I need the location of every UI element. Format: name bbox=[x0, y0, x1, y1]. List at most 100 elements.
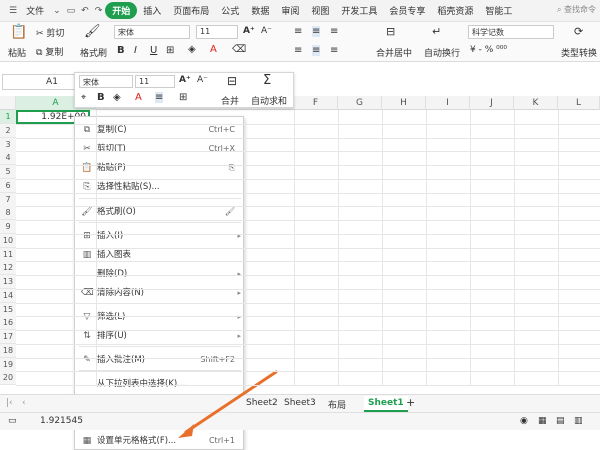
align-center-icon[interactable]: ≡ bbox=[312, 45, 321, 56]
row-header[interactable]: 11 bbox=[0, 247, 16, 262]
tab-developer[interactable]: 开发工具 bbox=[335, 4, 383, 17]
status-sheet-icon[interactable]: ▭ bbox=[8, 416, 17, 426]
search-command[interactable]: ⌕ 查找命令 bbox=[557, 4, 596, 15]
column-header-k[interactable]: K bbox=[514, 96, 558, 110]
fill-color-icon[interactable]: ◈ bbox=[188, 44, 196, 55]
row-header[interactable]: 10 bbox=[0, 233, 16, 248]
select-all-corner[interactable] bbox=[0, 96, 16, 110]
font-size-select[interactable]: 11 bbox=[196, 25, 238, 39]
sheet-tab-sheet2[interactable]: Sheet2 bbox=[246, 398, 278, 408]
row-header[interactable]: 17 bbox=[0, 330, 16, 344]
align-middle-icon[interactable]: ≡ bbox=[312, 26, 321, 37]
merge-icon[interactable]: ⊟ bbox=[386, 25, 395, 38]
align-left-icon[interactable]: ≡ bbox=[294, 45, 302, 56]
type-convert-button[interactable]: 类型转换 bbox=[561, 46, 597, 59]
align-top-icon[interactable]: ≡ bbox=[294, 26, 302, 37]
row-header[interactable]: 3 bbox=[0, 137, 16, 152]
undo-icon[interactable]: ↶ bbox=[78, 6, 92, 16]
mini-merge-icon[interactable]: ⊟ bbox=[227, 74, 237, 88]
mini-font-size-select[interactable]: 11 bbox=[135, 75, 175, 88]
tab-review[interactable]: 审阅 bbox=[275, 4, 305, 17]
mini-sum-icon[interactable]: Σ bbox=[263, 73, 271, 88]
sheet-tab-sheet3[interactable]: Sheet3 bbox=[284, 398, 316, 408]
mini-align-icon[interactable]: ≡ bbox=[155, 92, 164, 103]
italic-button[interactable]: I bbox=[134, 45, 137, 56]
row-header[interactable]: 7 bbox=[0, 192, 16, 207]
tab-page-layout[interactable]: 页面布局 bbox=[167, 4, 215, 17]
context-menu-item[interactable]: ⌫ 清除内容(N) ▸ bbox=[75, 284, 245, 302]
context-menu-item[interactable]: 删除(D) ▸ bbox=[75, 265, 245, 283]
row-header[interactable]: 15 bbox=[0, 302, 16, 317]
open-folder-icon[interactable]: ▭ bbox=[64, 6, 79, 16]
format-painter-button[interactable]: 格式刷 bbox=[80, 46, 107, 59]
wrap-text-button[interactable]: 自动换行 bbox=[424, 46, 460, 59]
row-header[interactable]: 6 bbox=[0, 178, 16, 193]
row-header[interactable]: 16 bbox=[0, 316, 16, 331]
font-name-select[interactable]: 宋体 bbox=[114, 25, 190, 39]
tab-smart[interactable]: 智能工 bbox=[479, 4, 518, 17]
paste-icon[interactable]: 📋 bbox=[10, 24, 27, 40]
context-menu-item[interactable]: ⊞ 插入(I) ▸ bbox=[75, 227, 245, 245]
paste-options-icon[interactable]: ⎘ bbox=[229, 159, 235, 177]
row-header[interactable]: 8 bbox=[0, 206, 16, 221]
column-header-j[interactable]: J bbox=[470, 96, 514, 110]
column-header-g[interactable]: G bbox=[338, 96, 382, 110]
context-menu-item[interactable]: ✂ 剪切(T) Ctrl+X bbox=[75, 140, 245, 158]
row-header[interactable]: 2 bbox=[0, 123, 16, 138]
sheet-tab-sheet1[interactable]: Sheet1 bbox=[364, 396, 408, 412]
row-header[interactable]: 1 bbox=[0, 110, 16, 124]
row-header[interactable]: 9 bbox=[0, 220, 16, 234]
clear-format-icon[interactable]: ⌫ bbox=[232, 44, 246, 55]
row-header[interactable]: 4 bbox=[0, 151, 16, 166]
row-header[interactable]: 14 bbox=[0, 288, 16, 303]
convert-icon[interactable]: ⟳ bbox=[574, 25, 583, 38]
mini-select-icon[interactable]: ⌖ bbox=[81, 93, 86, 103]
row-header[interactable]: 18 bbox=[0, 343, 16, 358]
copy-button[interactable]: ⧉ 复制 bbox=[36, 45, 63, 58]
currency-icon[interactable]: ¥ - % ⁰⁰⁰ bbox=[470, 45, 507, 55]
context-menu-item[interactable]: 从下拉列表中选择(K)... bbox=[75, 375, 245, 393]
tab-member[interactable]: 会员专享 bbox=[383, 4, 431, 17]
paste-button[interactable]: 粘贴 bbox=[8, 46, 26, 59]
menu-icon[interactable]: ☰ bbox=[6, 6, 20, 16]
underline-button[interactable]: U bbox=[150, 45, 157, 56]
eye-icon[interactable]: ◉ bbox=[520, 416, 528, 426]
sheet-tab-layout[interactable]: 布局 bbox=[328, 398, 346, 411]
normal-view-icon[interactable]: ▦ bbox=[538, 416, 547, 426]
tab-file[interactable]: 文件 bbox=[20, 4, 50, 17]
brush-icon[interactable]: 🖌 bbox=[84, 24, 101, 39]
font-color-icon[interactable]: A bbox=[210, 44, 217, 55]
row-header[interactable]: 20 bbox=[0, 371, 16, 386]
mini-merge-button[interactable]: 合并 bbox=[221, 94, 239, 107]
increase-font-icon[interactable]: A⁺ bbox=[243, 26, 255, 36]
number-format-select[interactable]: 科学记数 bbox=[468, 25, 554, 39]
chevron-down-icon[interactable]: ⌄ bbox=[50, 6, 64, 16]
row-header[interactable]: 13 bbox=[0, 275, 16, 289]
prev-sheet-icon[interactable]: ‹ bbox=[22, 398, 26, 408]
add-sheet-icon[interactable]: + bbox=[406, 396, 415, 409]
row-header[interactable]: 5 bbox=[0, 165, 16, 179]
mini-font-color-icon[interactable]: A bbox=[135, 92, 142, 103]
column-header-i[interactable]: I bbox=[426, 96, 470, 110]
column-header-f[interactable]: F bbox=[294, 96, 338, 110]
tab-formulas[interactable]: 公式 bbox=[215, 4, 245, 17]
wrap-icon[interactable]: ↵ bbox=[432, 25, 441, 38]
row-header[interactable]: 19 bbox=[0, 357, 16, 372]
cut-button[interactable]: ✂ 剪切 bbox=[36, 26, 64, 39]
page-break-view-icon[interactable]: ▥ bbox=[574, 416, 583, 426]
context-menu-item[interactable]: 📋 粘贴(P) ⎘ bbox=[75, 159, 245, 177]
border-icon[interactable]: ⊞ bbox=[166, 45, 174, 56]
row-header[interactable]: 12 bbox=[0, 261, 16, 276]
mini-increase-font-icon[interactable]: A⁺ bbox=[179, 75, 191, 85]
column-header-l[interactable]: L bbox=[558, 96, 600, 110]
page-layout-view-icon[interactable]: ▤ bbox=[556, 416, 565, 426]
mini-bold-button[interactable]: B bbox=[97, 92, 105, 103]
mini-fill-color-icon[interactable]: ◈ bbox=[113, 92, 121, 103]
redo-icon[interactable]: ↷ bbox=[92, 6, 106, 16]
context-menu-item[interactable]: ▦ 设置单元格格式(F)... Ctrl+1 bbox=[75, 432, 245, 450]
tab-view[interactable]: 视图 bbox=[305, 4, 335, 17]
mini-autosum-button[interactable]: 自动求和 bbox=[251, 94, 287, 107]
tab-home[interactable]: 开始 bbox=[105, 2, 138, 19]
tab-insert[interactable]: 插入 bbox=[137, 4, 167, 17]
column-header-h[interactable]: H bbox=[382, 96, 426, 110]
